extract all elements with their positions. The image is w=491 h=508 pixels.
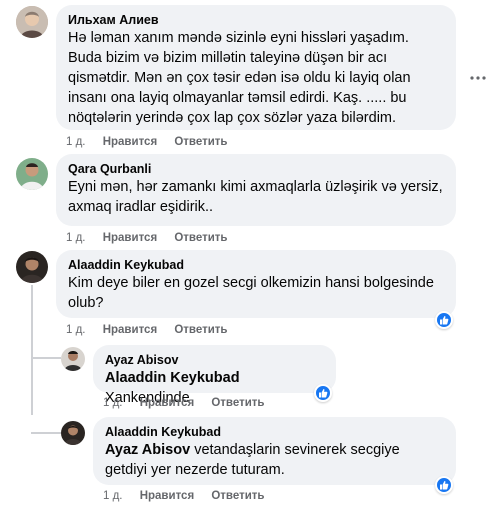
avatar-photo (16, 6, 48, 38)
comment-time[interactable]: 1 д. (66, 324, 86, 336)
avatar[interactable] (16, 158, 48, 190)
reply: Ayaz Abisov Alaaddin Keykubad Xankendind… (0, 340, 491, 416)
comment-bubble: Ильхам Алиев Hə ləman xanım məndə sizinl… (56, 5, 456, 130)
avatar-photo (16, 251, 48, 283)
comment-actions: 1 д. Нравится Ответить (66, 324, 242, 336)
avatar-photo (61, 347, 85, 371)
mention-link[interactable]: Ayaz Abisov (105, 442, 190, 458)
reply-actions: 1 д. Нравится Ответить (103, 490, 279, 502)
comment-time[interactable]: 1 д. (66, 232, 86, 244)
thumbs-up-icon[interactable] (314, 384, 332, 402)
like-button[interactable]: Нравится (103, 136, 157, 148)
reply-button[interactable]: Ответить (174, 136, 227, 148)
reply-bubble: Ayaz Abisov Alaaddin Keykubad Xankendind… (93, 345, 336, 406)
like-button[interactable]: Нравится (103, 232, 157, 244)
reply: Alaaddin Keykubad Ayaz Abisov vetandaşla… (0, 416, 491, 508)
thumbs-up-icon[interactable] (435, 476, 453, 494)
reply-actions: 1 д. Нравится Ответить (103, 397, 279, 409)
like-button[interactable]: Нравится (140, 490, 194, 502)
reply-author[interactable]: Alaaddin Keykubad (105, 424, 444, 440)
avatar-photo (61, 421, 85, 445)
comment-actions: 1 д. Нравится Ответить (66, 136, 242, 148)
thumbs-up-icon[interactable] (435, 311, 453, 329)
reply-time[interactable]: 1 д. (103, 397, 123, 409)
like-button[interactable]: Нравится (140, 397, 194, 409)
avatar[interactable] (61, 421, 85, 445)
comment-actions: 1 д. Нравится Ответить (66, 232, 242, 244)
reply-button[interactable]: Ответить (211, 397, 264, 409)
comment-text: Eyni mən, hər zamankı kimi axmaqlarla üz… (68, 179, 443, 215)
reply-time[interactable]: 1 д. (103, 490, 123, 502)
more-horizontal-icon[interactable] (470, 67, 486, 80)
comment: Alaaddin Keykubad Kim deye biler en goze… (0, 250, 491, 340)
like-button[interactable]: Нравится (103, 324, 157, 336)
reply-text: Ayaz Abisov vetandaşlarin sevinerek secg… (105, 440, 444, 480)
comment-author[interactable]: Ильхам Алиев (68, 12, 444, 28)
comment-text: Kim deye biler en gozel secgi olkemizin … (68, 275, 434, 311)
mention-link[interactable]: Alaaddin Keykubad (105, 370, 240, 386)
comment-author[interactable]: Qara Qurbanli (68, 161, 444, 177)
comment: Ильхам Алиев Hə ləman xanım məndə sizinl… (0, 0, 491, 150)
reply-button[interactable]: Ответить (174, 324, 227, 336)
comment-text: Hə ləman xanım məndə sizinlə eyni hisslə… (68, 30, 411, 126)
comment: Qara Qurbanli Eyni mən, hər zamankı kimi… (0, 150, 491, 250)
comment-time[interactable]: 1 д. (66, 136, 86, 148)
comment-bubble: Qara Qurbanli Eyni mən, hər zamankı kimi… (56, 154, 456, 226)
avatar[interactable] (16, 6, 48, 38)
reply-author[interactable]: Ayaz Abisov (105, 352, 324, 368)
avatar[interactable] (61, 347, 85, 371)
reply-button[interactable]: Ответить (211, 490, 264, 502)
reply-bubble: Alaaddin Keykubad Ayaz Abisov vetandaşla… (93, 417, 456, 485)
comment-author[interactable]: Alaaddin Keykubad (68, 257, 444, 273)
avatar[interactable] (16, 251, 48, 283)
comment-bubble: Alaaddin Keykubad Kim deye biler en goze… (56, 250, 456, 318)
reply-button[interactable]: Ответить (174, 232, 227, 244)
avatar-photo (16, 158, 48, 190)
